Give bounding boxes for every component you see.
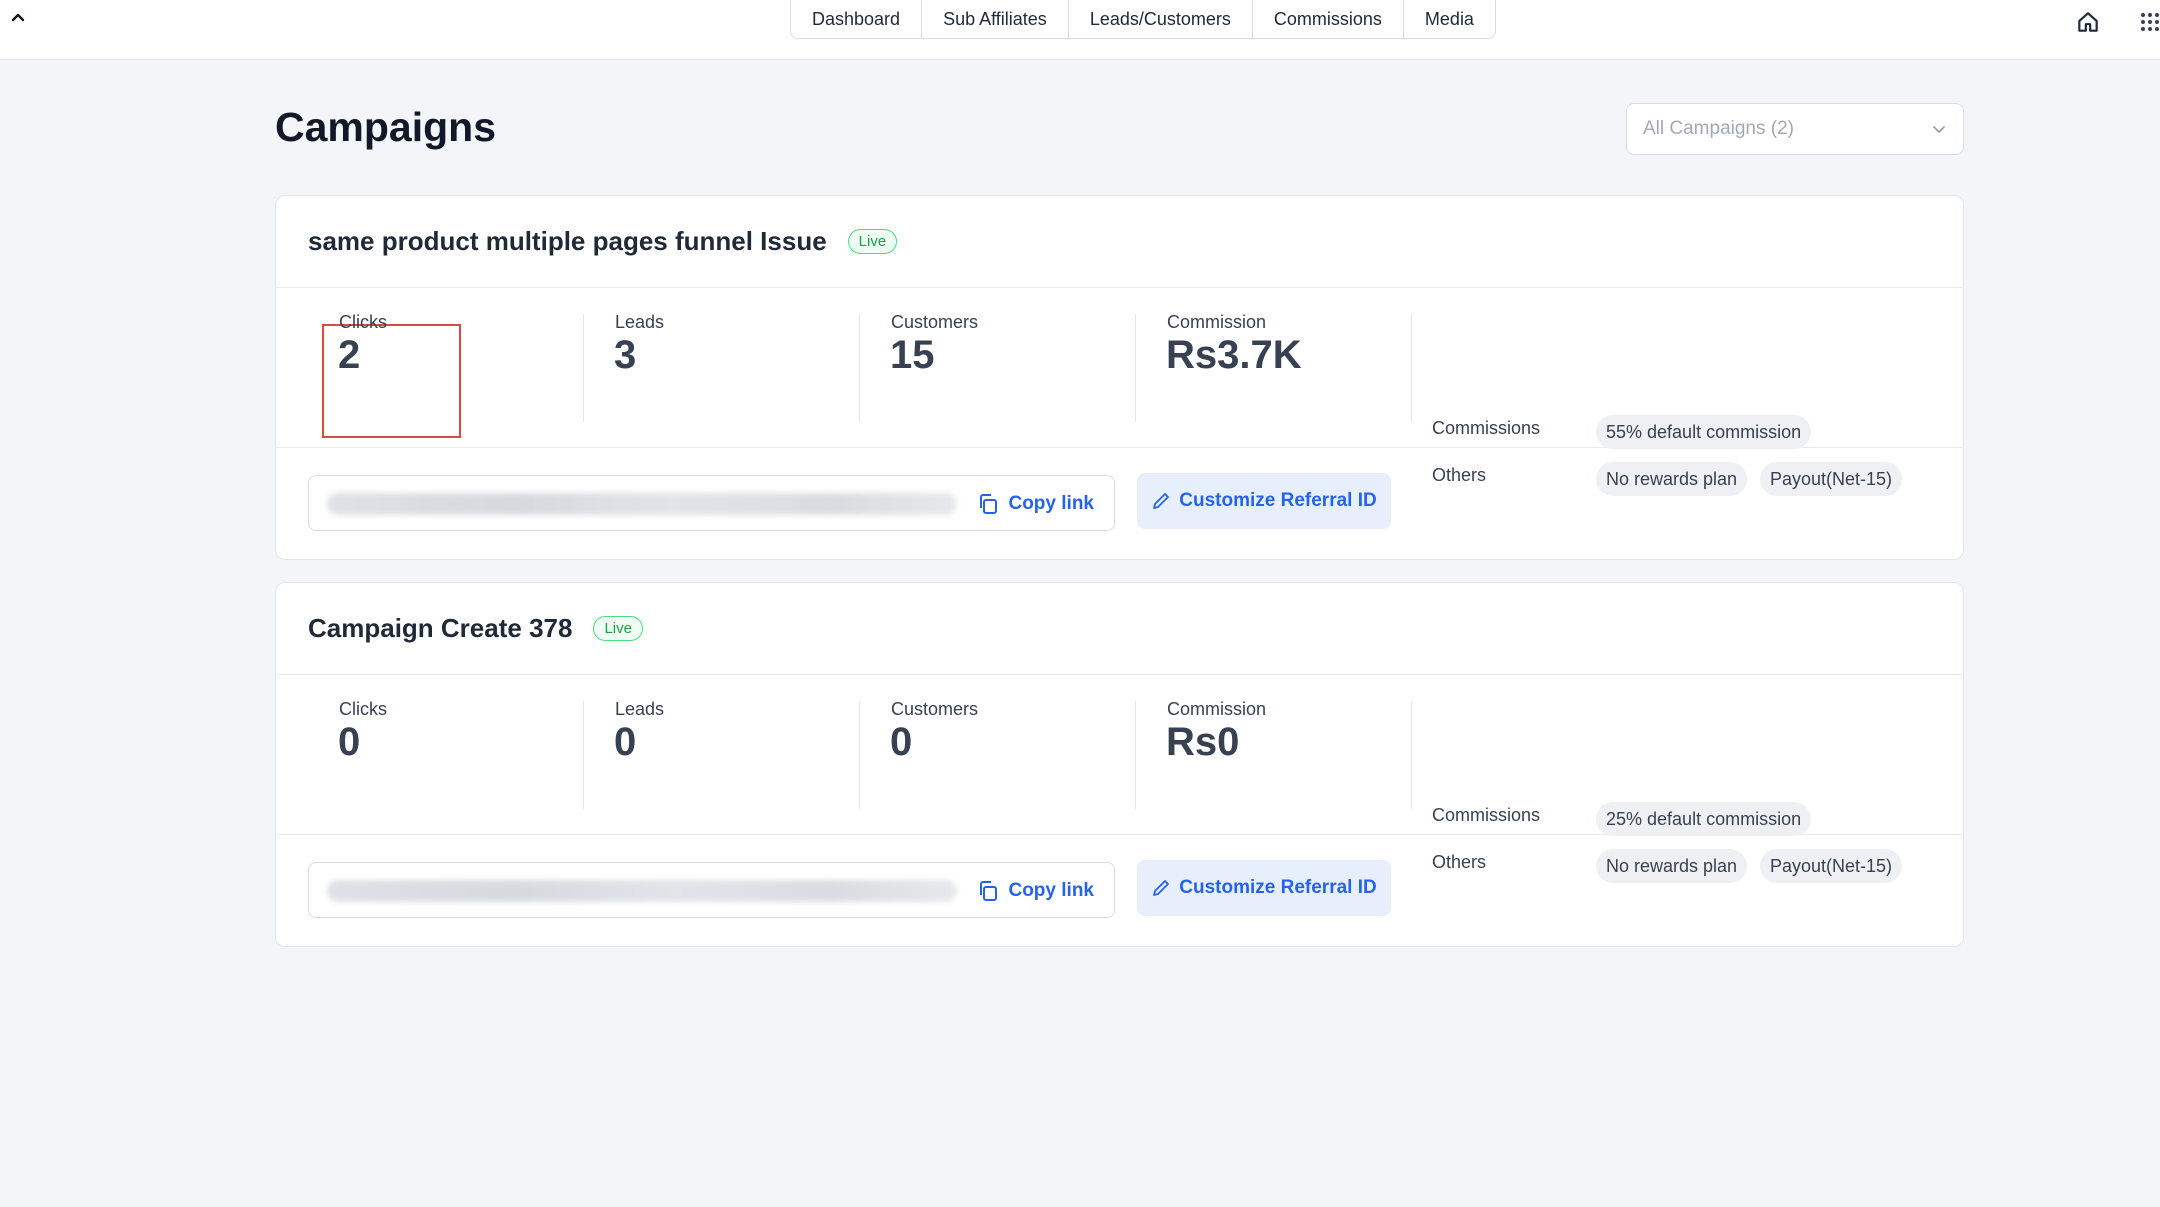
campaign-filter-select[interactable]: All Campaigns (2) (1626, 103, 1964, 155)
tab-leads-customers[interactable]: Leads/Customers (1069, 0, 1253, 38)
home-icon (2078, 12, 2098, 32)
tab-media[interactable]: Media (1404, 0, 1495, 38)
clicks-label: Clicks (339, 699, 387, 719)
leads-label: Leads (615, 699, 665, 719)
collapse-button[interactable] (4, 4, 32, 32)
referral-url-redacted (327, 880, 957, 902)
customize-referral-id-button[interactable]: Customize Referral ID (1137, 473, 1391, 529)
apps-grid-icon (2141, 13, 2159, 31)
stat-divider (1411, 314, 1412, 422)
leads-value: 0 (614, 720, 637, 764)
stat-divider (583, 701, 584, 809)
campaign-stats: Clicks 2 Leads 3 Customers 15 Commission… (276, 288, 1963, 496)
pencil-icon (1153, 880, 1170, 896)
customize-referral-id-button[interactable]: Customize Referral ID (1137, 860, 1391, 916)
clicks-value: 2 (338, 333, 361, 377)
pencil-icon (1153, 493, 1170, 509)
leads-value: 3 (614, 333, 637, 377)
customers-label: Customers (891, 312, 979, 332)
customers-label: Customers (891, 699, 979, 719)
tab-sub-affiliates[interactable]: Sub Affiliates (922, 0, 1069, 38)
chevron-down-icon (1933, 126, 1945, 133)
campaign-card: Campaign Create 378 Live Clicks 0 Leads … (275, 582, 1964, 947)
campaign-header: Campaign Create 378 Live (276, 583, 1963, 675)
leads-label: Leads (615, 312, 665, 332)
copy-link-button[interactable]: Copy link (976, 490, 1094, 518)
stat-divider (859, 701, 860, 809)
campaign-name: same product multiple pages funnel Issue (308, 226, 827, 256)
referral-link-field[interactable]: Copy link (308, 862, 1115, 918)
copy-link-label: Copy link (1008, 493, 1094, 514)
copy-icon (980, 494, 998, 514)
commission-label: Commission (1167, 312, 1267, 332)
customize-referral-id-label: Customize Referral ID (1179, 490, 1377, 511)
status-badge: Live (593, 616, 643, 641)
commission-rate-pill: 25% default commission (1596, 802, 1812, 836)
campaign-header: same product multiple pages funnel Issue… (276, 196, 1963, 288)
copy-link-button[interactable]: Copy link (976, 877, 1094, 905)
home-button[interactable] (2072, 6, 2104, 38)
commission-rate-pill: 55% default commission (1596, 415, 1812, 449)
customers-value: 15 (890, 333, 935, 377)
stat-divider (1411, 701, 1412, 809)
commissions-label: Commissions (1432, 418, 1541, 438)
commission-value: Rs0 (1166, 720, 1240, 764)
stat-divider (859, 314, 860, 422)
commissions-label: Commissions (1432, 805, 1541, 825)
commission-value: Rs3.7K (1166, 333, 1302, 377)
campaign-filter-value: All Campaigns (2) (1643, 118, 1794, 139)
stat-divider (583, 314, 584, 422)
referral-link-row: Copy link Customize Referral ID (276, 448, 1963, 559)
clicks-value: 0 (338, 720, 361, 764)
stat-divider (1135, 701, 1136, 809)
clicks-label: Clicks (339, 312, 387, 332)
apps-button[interactable] (2140, 6, 2160, 38)
campaign-card: same product multiple pages funnel Issue… (275, 195, 1964, 560)
campaign-stats: Clicks 0 Leads 0 Customers 0 Commission … (276, 675, 1963, 883)
tab-commissions[interactable]: Commissions (1253, 0, 1404, 38)
main-nav: Dashboard Sub Affiliates Leads/Customers… (790, 0, 1496, 39)
referral-link-row: Copy link Customize Referral ID (276, 835, 1963, 946)
stat-divider (1135, 314, 1136, 422)
customers-value: 0 (890, 720, 913, 764)
commission-label: Commission (1167, 699, 1267, 719)
campaign-name: Campaign Create 378 (308, 613, 573, 643)
referral-url-redacted (327, 493, 957, 515)
page-title: Campaigns (275, 104, 496, 150)
customize-referral-id-label: Customize Referral ID (1179, 877, 1377, 898)
status-badge: Live (847, 229, 898, 254)
copy-icon (980, 881, 998, 901)
referral-link-field[interactable]: Copy link (308, 475, 1115, 531)
chevron-up-icon (11, 13, 25, 22)
tab-dashboard[interactable]: Dashboard (791, 0, 923, 38)
copy-link-label: Copy link (1008, 880, 1094, 901)
top-bar: Dashboard Sub Affiliates Leads/Customers… (0, 0, 2160, 60)
